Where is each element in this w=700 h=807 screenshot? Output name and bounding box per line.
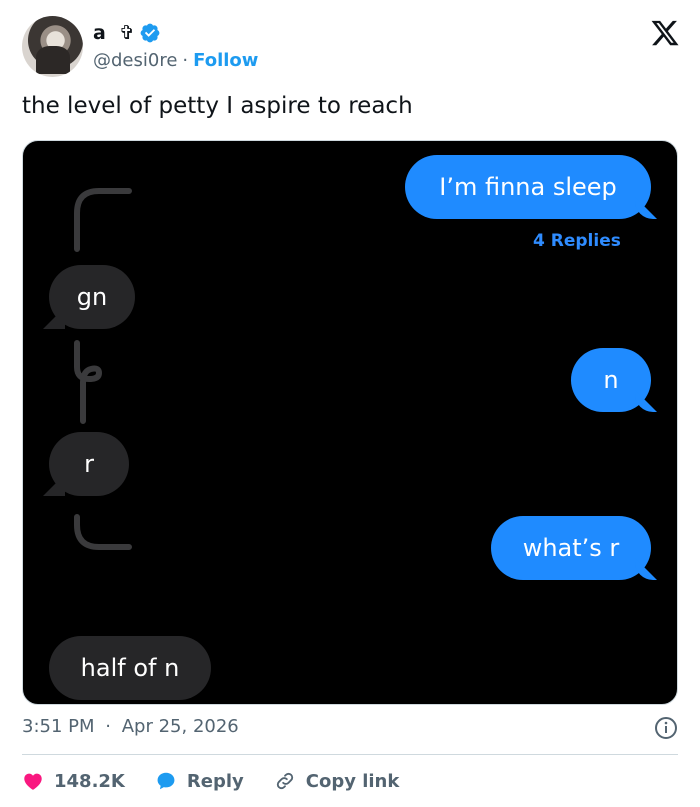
x-logo-icon[interactable] — [650, 18, 680, 48]
display-name-row: a⁠ ⁠⁠⁠ ✞ — [93, 20, 258, 46]
like-count: 148.2K — [54, 770, 125, 792]
message-bubble: r — [49, 432, 129, 496]
thread-connector-loop — [74, 340, 103, 424]
separator-dot: · — [105, 716, 111, 737]
author-names: a⁠ ⁠⁠⁠ ✞ @desi0re · Follow — [93, 20, 258, 73]
link-icon — [276, 772, 293, 790]
handle-row: @desi0re · Follow — [93, 47, 258, 73]
tweet-date: Apr 25, 2026 — [121, 716, 239, 737]
avatar[interactable] — [22, 16, 83, 77]
copy-link-button[interactable]: Copy link — [274, 770, 400, 792]
reply-button[interactable]: Reply — [155, 770, 244, 792]
divider — [22, 754, 678, 755]
tweet-timestamp[interactable]: 3:51 PM · Apr 25, 2026 — [22, 716, 239, 737]
reply-bubble-icon — [157, 772, 175, 790]
like-button[interactable]: 148.2K — [22, 770, 125, 792]
message-bubble: half of n — [49, 636, 211, 700]
message-bubble: what’s r — [491, 516, 651, 580]
display-name[interactable]: a⁠ ⁠⁠⁠ ✞ — [93, 22, 135, 44]
tweet-header: a⁠ ⁠⁠⁠ ✞ @desi0re · Follow — [22, 16, 682, 80]
copy-link-label: Copy link — [305, 770, 400, 792]
tweet-media-image[interactable]: I’m finna sleep 4 Replies gn n r what’s … — [22, 140, 678, 705]
heart-icon — [24, 773, 42, 790]
message-bubble: I’m finna sleep — [405, 155, 651, 219]
tweet-text: the level of petty I aspire to reach — [22, 93, 413, 119]
info-icon[interactable] — [654, 716, 678, 740]
thread-connector-bottom — [74, 514, 132, 550]
reply-label: Reply — [186, 770, 244, 792]
message-bubble: gn — [49, 265, 135, 329]
verified-badge-icon — [140, 23, 160, 43]
action-bar: 148.2K Reply Copy link — [22, 766, 429, 796]
follow-button[interactable]: Follow — [193, 50, 258, 71]
tweet-time: 3:51 PM — [22, 716, 95, 737]
separator-dot: · — [182, 49, 189, 71]
message-bubble: n — [571, 348, 651, 412]
thread-connector-top — [74, 188, 132, 252]
handle[interactable]: @desi0re — [93, 50, 177, 71]
replies-link[interactable]: 4 Replies — [533, 231, 621, 251]
